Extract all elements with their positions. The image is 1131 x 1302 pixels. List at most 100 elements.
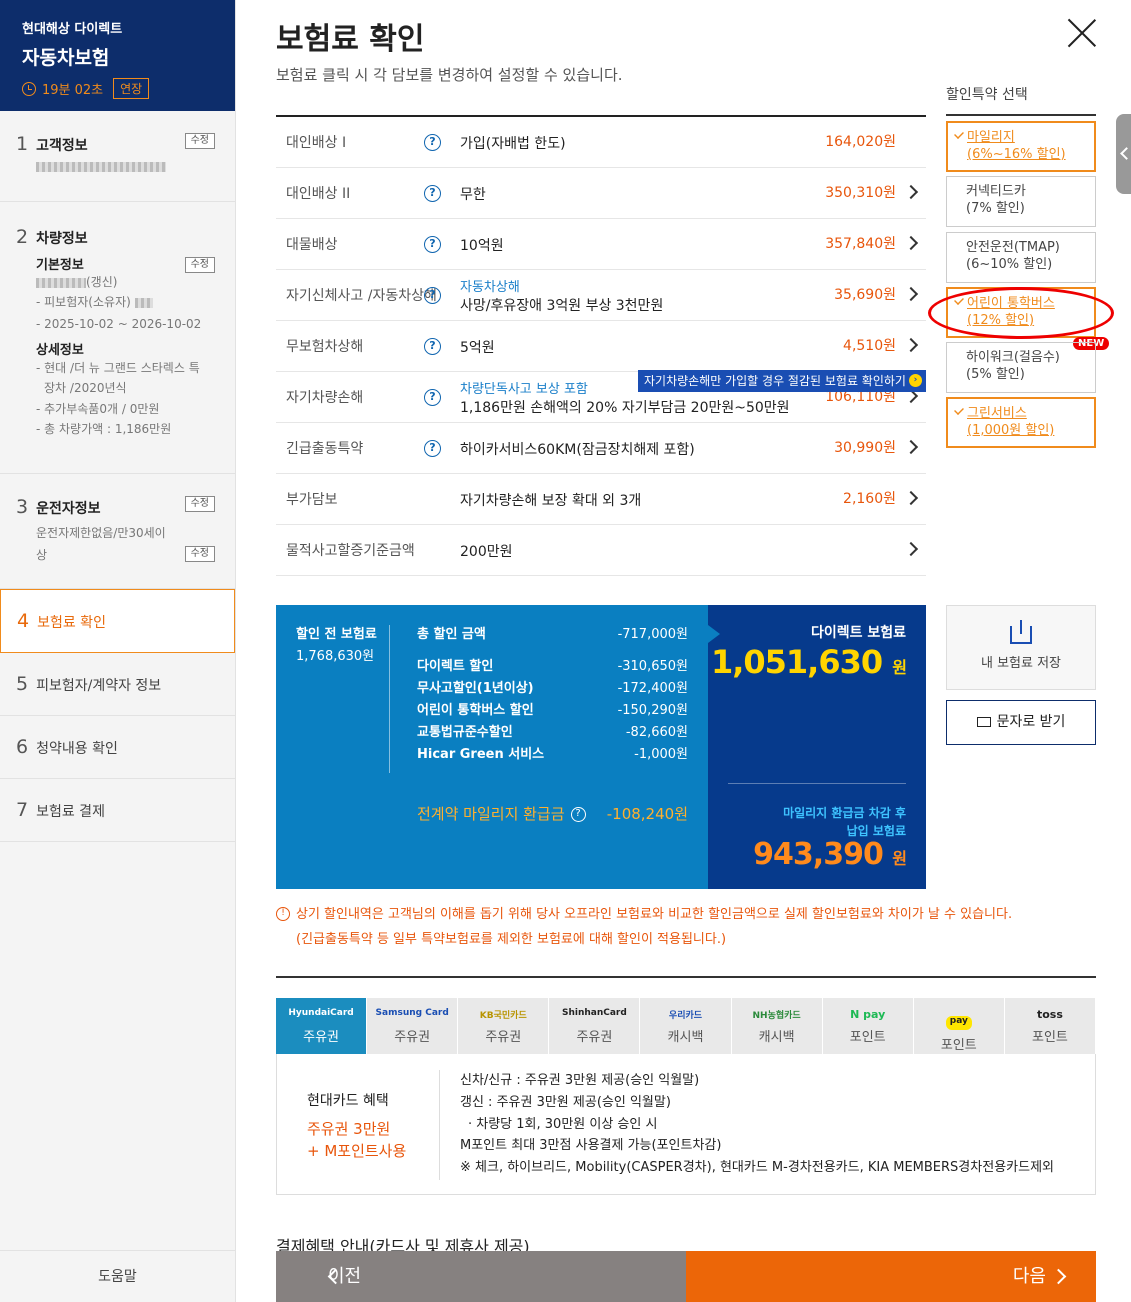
tab-nh-card[interactable]: NH농협카드 캐시백	[732, 998, 823, 1054]
tab-kb-card[interactable]: KB국민카드 주유권	[458, 998, 550, 1054]
save-premium-button[interactable]: 내 보험료 저장	[946, 605, 1096, 690]
step-label: 차량정보	[36, 231, 88, 247]
coverage-row[interactable]: 물적사고할증기준금액 200만원	[276, 525, 926, 576]
discount-summary: 할인 전 보험료 1,768,630원 총 할인 금액 -717,000원 다이렉…	[276, 605, 708, 889]
check-icon	[954, 405, 964, 415]
edit-button[interactable]: 수정	[184, 496, 215, 512]
discount-connected-car[interactable]: 커넥티드카 (7% 할인)	[946, 176, 1096, 227]
coverage-value: 사망/후유장애 3억원 부상 3천만원	[460, 298, 664, 314]
help-icon[interactable]: ?	[424, 134, 441, 151]
edit-button[interactable]: 수정	[184, 257, 215, 273]
help-icon[interactable]: ?	[424, 440, 441, 457]
coverage-row[interactable]: 대인배상 I ? 가입(자배법 한도) 164,020원	[276, 117, 926, 168]
mail-icon	[976, 717, 991, 727]
chevron-right-icon[interactable]	[903, 337, 919, 353]
coverage-name: 물적사고할증기준금액	[286, 542, 415, 559]
help-icon[interactable]: ?	[424, 236, 441, 253]
coverage-amount[interactable]: 2,160원	[843, 474, 896, 525]
chevron-right-icon[interactable]	[903, 235, 919, 251]
sidebar-step-customer[interactable]: 1 고객정보 수정	[0, 111, 235, 202]
discount-row: 어린이 통학버스 할인 -150,290원	[417, 703, 688, 718]
coverage-amount[interactable]: 35,690원	[834, 270, 896, 321]
extend-button[interactable]: 연장	[113, 78, 150, 99]
help-icon[interactable]: ?	[424, 287, 441, 304]
coverage-value: 200만원	[460, 543, 513, 560]
step-label: 보험료 결제	[36, 804, 105, 820]
card-benefit-details: 신차/신규 : 주유권 3만원 제공(승인 익월말) 갱신 : 주유권 3만원 …	[460, 1073, 1054, 1176]
coverage-row[interactable]: 대인배상 II ? 무한 350,310원	[276, 168, 926, 219]
chevron-right-icon[interactable]	[903, 286, 919, 302]
chevron-right-icon[interactable]	[903, 541, 919, 557]
sms-button[interactable]: 문자로 받기	[946, 700, 1096, 745]
page-title: 보험료 확인	[276, 22, 425, 57]
sidebar-step-driver[interactable]: 3 운전자정보 수정 운전자제한없음/만30세이 상	[0, 474, 235, 589]
period-line: - 2025-10-02 ~ 2026-10-02	[36, 317, 202, 331]
prev-button[interactable]: 이전	[276, 1251, 686, 1302]
coverage-row[interactable]: 부가담보 자기차량손해 보장 확대 외 3개 2,160원	[276, 474, 926, 525]
pre-discount-premium: 할인 전 보험료 1,768,630원	[296, 627, 377, 664]
coverage-name: 자기차량손해	[286, 389, 364, 406]
coverage-amount[interactable]: 350,310원	[825, 168, 896, 219]
company-name: 현대해상 다이렉트	[22, 22, 123, 37]
coverage-amount[interactable]: 30,990원	[834, 423, 896, 474]
discount-green-service[interactable]: 그린서비스 (1,000원 할인)	[946, 397, 1096, 448]
tab-naver-pay[interactable]: N pay 포인트	[823, 998, 914, 1054]
discount-breakdown: 총 할인 금액 -717,000원 다이렉트 할인 -310,650원 무사고할인(…	[417, 624, 688, 766]
coverage-amount[interactable]: 357,840원	[825, 219, 896, 270]
coverage-value: 10억원	[460, 237, 504, 254]
help-icon[interactable]: ?	[570, 807, 586, 822]
edit-button[interactable]: 수정	[184, 133, 215, 149]
chevron-right-icon[interactable]	[903, 184, 919, 200]
discount-mileage[interactable]: 마일리지 (6%~16% 할인)	[946, 121, 1096, 172]
discount-safe-driving[interactable]: 안전운전(TMAP) (6~10% 할인)	[946, 232, 1096, 283]
own-damage-tip-banner[interactable]: 자기차량손해만 가입할 경우 절감된 보험료 확인하기 ›	[638, 370, 926, 392]
sidebar-step-review[interactable]: 6 청약내용 확인	[0, 716, 235, 779]
tab-woori-card[interactable]: 우리카드 캐시백	[640, 998, 732, 1054]
coverage-amount[interactable]: 164,020원	[825, 117, 896, 168]
coverage-name: 무보험차상해	[286, 338, 364, 355]
step-label: 보험료 확인	[37, 615, 106, 631]
discount-notice: ! 상기 할인내역은 고객님의 이해를 돕기 위해 당사 오프라인 보험료와 비…	[276, 902, 1096, 952]
tab-shinhan-card[interactable]: ShinhanCard 주유권	[549, 998, 641, 1054]
tab-kakao-pay[interactable]: pay 포인트	[914, 998, 1005, 1054]
total-discount-row: 총 할인 금액 -717,000원	[417, 627, 688, 642]
coverage-value: 하이카서비스60KM(잠금장치해제 포함)	[460, 441, 695, 458]
tab-toss[interactable]: toss 포인트	[1005, 998, 1096, 1054]
help-link[interactable]: 도움말	[0, 1250, 235, 1302]
chevron-right-icon[interactable]	[903, 439, 919, 455]
session-timer: 19분 02초 연장	[22, 78, 213, 99]
collapse-panel-tab[interactable]	[1116, 114, 1131, 194]
sidebar-step-vehicle[interactable]: 2 차량정보 기본정보 수정 (갱신) - 피보험자(소유자) - 2025-1…	[0, 202, 235, 562]
chevron-right-icon[interactable]	[903, 490, 919, 506]
help-icon[interactable]: ?	[424, 389, 441, 406]
highlight-circle	[928, 287, 1114, 339]
coverage-row[interactable]: 대물배상 ? 10억원 357,840원	[276, 219, 926, 270]
divider	[276, 976, 1096, 978]
discount-row: 무사고할인(1년이상) -172,400원	[417, 681, 688, 696]
coverage-name: 자기신체사고 / 자동차상해	[286, 287, 437, 304]
final-premium: 다이렉트 보험료 1,051,630 원 마일리지 환급금 차감 후 납입 보험료…	[708, 605, 926, 889]
sidebar-step-premium[interactable]: 4 보험료 확인	[0, 589, 235, 653]
coverage-row[interactable]: 무보험차상해 ? 5억원 4,510원	[276, 321, 926, 372]
coverage-row[interactable]: 자기신체사고 / 자동차상해 ? 자동차상해 사망/후유장애 3억원 부상 3천만…	[276, 270, 926, 321]
coverage-row[interactable]: 긴급출동특약 ? 하이카서비스60KM(잠금장치해제 포함) 30,990원	[276, 423, 926, 474]
coverage-amount[interactable]: 4,510원	[843, 321, 896, 372]
help-icon[interactable]: ?	[424, 338, 441, 355]
tab-hyundai-card[interactable]: HyundaiCard 주유권	[276, 998, 368, 1054]
accessories-line: - 추가부속품0개 / 0만원	[36, 402, 160, 416]
step-label: 피보험자/계약자 정보	[36, 678, 162, 694]
discount-hiwalk[interactable]: 하이워크(걸음수) (5% 할인)	[946, 342, 1096, 393]
vehicle-value-line: - 총 차량가액 : 1,186만원	[36, 422, 172, 436]
sidebar-step-insured[interactable]: 5 피보험자/계약자 정보	[0, 653, 235, 716]
insured-line: - 피보험자(소유자)	[36, 291, 219, 313]
vehicle-plate: (갱신)	[36, 273, 219, 291]
close-icon[interactable]	[1067, 18, 1097, 48]
divider	[389, 625, 390, 773]
sidebar-step-payment[interactable]: 7 보험료 결제	[0, 779, 235, 842]
page: 현대해상 다이렉트 자동차보험 19분 02초 연장 1 고객정보 수정 2 차…	[0, 0, 1131, 1302]
next-button[interactable]: 다음	[686, 1251, 1096, 1302]
coverage-value: 무한	[460, 186, 486, 203]
help-icon[interactable]: ?	[424, 185, 441, 202]
tab-samsung-card[interactable]: Samsung Card 주유권	[367, 998, 459, 1054]
detail-info-title: 상세정보	[36, 343, 84, 358]
